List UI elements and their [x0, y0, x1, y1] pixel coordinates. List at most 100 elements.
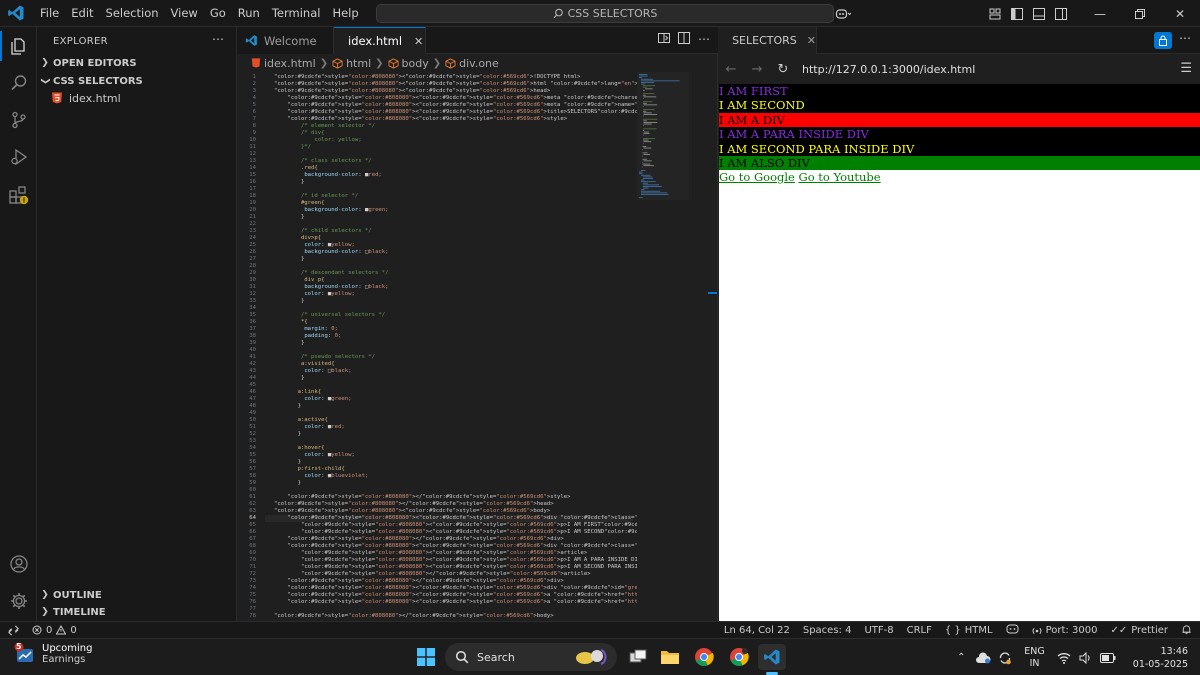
browser-menu-icon[interactable]: ☰: [1180, 61, 1192, 76]
code-line[interactable]: 3 "color:#9cdcfe">style="color:#808080"><…: [237, 88, 637, 95]
breadcrumb-file[interactable]: idex.html: [264, 57, 316, 70]
more-actions-icon[interactable]: ⋯: [698, 32, 710, 47]
code-line[interactable]: 38 padding: 0;: [237, 333, 637, 340]
code-line[interactable]: 73 "color:#9cdcfe">style="color:#808080"…: [237, 578, 637, 585]
menu-view[interactable]: View: [165, 3, 204, 23]
live-server-port[interactable]: Port: 3000: [1032, 625, 1097, 636]
code-line[interactable]: 45: [237, 382, 637, 389]
menu-run[interactable]: Run: [232, 3, 266, 23]
code-line[interactable]: 1 "color:#9cdcfe">style="color:#808080"><…: [237, 74, 637, 81]
code-line[interactable]: 20 background-color: ■green;: [237, 207, 637, 214]
url-field[interactable]: http://127.0.0.1:3000/idex.html: [802, 63, 975, 76]
toggle-primary-sidebar-icon[interactable]: [1006, 3, 1028, 25]
command-center-search[interactable]: CSS SELECTORS: [376, 4, 834, 23]
breadcrumb-html[interactable]: html: [346, 57, 371, 70]
tab-idex-html[interactable]: idex.html ✕: [334, 27, 426, 54]
indentation[interactable]: Spaces: 4: [803, 625, 852, 636]
notifications-bell-icon[interactable]: [1181, 624, 1192, 638]
task-view-icon[interactable]: [624, 644, 652, 670]
code-line[interactable]: 52 }: [237, 431, 637, 438]
code-line[interactable]: 42 a:visited{: [237, 361, 637, 368]
copilot-icon[interactable]: [828, 3, 858, 25]
code-editor[interactable]: 1 "color:#9cdcfe">style="color:#808080"><…: [237, 72, 637, 621]
extensions-icon[interactable]: !: [0, 177, 37, 213]
code-line[interactable]: 46 a:link{: [237, 389, 637, 396]
close-tab-icon[interactable]: ✕: [807, 34, 816, 47]
tab-selectors[interactable]: SELECTORS ✕: [718, 27, 817, 54]
code-line[interactable]: 15 background-color: ■red;: [237, 172, 637, 179]
code-line[interactable]: 53: [237, 438, 637, 445]
problems-indicator[interactable]: 0 0: [32, 625, 77, 636]
code-line[interactable]: 11 }*/: [237, 144, 637, 151]
code-line[interactable]: 56 }: [237, 459, 637, 466]
search-icon[interactable]: [0, 65, 37, 101]
remote-indicator-icon[interactable]: [0, 621, 26, 639]
menu-help[interactable]: Help: [326, 3, 364, 23]
code-line[interactable]: 36 *{: [237, 319, 637, 326]
windows-start-icon[interactable]: [416, 647, 436, 667]
code-line[interactable]: 22: [237, 221, 637, 228]
taskbar-search[interactable]: Search: [445, 643, 617, 671]
code-line[interactable]: 29 /* descendant selectors */: [237, 270, 637, 277]
volume-icon[interactable]: [1075, 651, 1097, 664]
cursor-position[interactable]: Ln 64, Col 22: [724, 625, 790, 636]
code-line[interactable]: 70 "color:#9cdcfe">style="color:#808080"…: [237, 557, 637, 564]
file-explorer-icon[interactable]: [656, 644, 684, 670]
code-line[interactable]: 60: [237, 487, 637, 494]
code-line[interactable]: 34: [237, 305, 637, 312]
wifi-icon[interactable]: [1053, 652, 1075, 664]
code-line[interactable]: 77: [237, 606, 637, 613]
code-line[interactable]: 75 "color:#9cdcfe">style="color:#808080"…: [237, 592, 637, 599]
code-line[interactable]: 25 color: ■yellow;: [237, 242, 637, 249]
code-line[interactable]: 8 /* element selector */: [237, 123, 637, 130]
code-line[interactable]: 24 div>p{: [237, 235, 637, 242]
code-line[interactable]: 27 }: [237, 256, 637, 263]
breadcrumb-body[interactable]: body: [402, 57, 429, 70]
breadcrumb-div-one[interactable]: div.one: [459, 57, 499, 70]
link-youtube[interactable]: Go to Youtube: [799, 170, 881, 184]
code-line[interactable]: 71 "color:#9cdcfe">style="color:#808080"…: [237, 564, 637, 571]
code-line[interactable]: 69 "color:#9cdcfe">style="color:#808080"…: [237, 550, 637, 557]
reload-icon[interactable]: ↻: [770, 62, 796, 77]
code-line[interactable]: 7 "color:#9cdcfe">style="color:#808080">…: [237, 116, 637, 123]
code-line[interactable]: 12: [237, 151, 637, 158]
code-line[interactable]: 51 color: ■red;: [237, 424, 637, 431]
menu-file[interactable]: File: [34, 3, 65, 23]
code-line[interactable]: 57 p:first-child{: [237, 466, 637, 473]
close-tab-icon[interactable]: ✕: [414, 35, 423, 48]
outline-section[interactable]: ❯ OUTLINE: [37, 586, 237, 604]
browser-forward-icon[interactable]: →: [744, 62, 770, 77]
code-line[interactable]: 9 /* div{: [237, 130, 637, 137]
copilot-status-icon[interactable]: [1006, 624, 1019, 637]
menu-terminal[interactable]: Terminal: [266, 3, 327, 23]
code-line[interactable]: 44 }: [237, 375, 637, 382]
code-line[interactable]: 54 a:hover{: [237, 445, 637, 452]
more-actions-icon[interactable]: ⋯: [1179, 31, 1191, 45]
code-line[interactable]: 67 "color:#9cdcfe">style="color:#808080"…: [237, 536, 637, 543]
vscode-logo-icon[interactable]: [7, 4, 25, 22]
code-line[interactable]: 78 "color:#9cdcfe">style="color:#808080">…: [237, 613, 637, 620]
more-actions-icon[interactable]: ⋯: [212, 32, 224, 46]
open-preview-icon[interactable]: [658, 32, 670, 47]
code-line[interactable]: 37 margin: 0;: [237, 326, 637, 333]
code-line[interactable]: 18 /* id selector */: [237, 193, 637, 200]
customize-layout-icon[interactable]: [984, 3, 1006, 25]
explorer-icon[interactable]: [0, 28, 37, 64]
vscode-taskbar-icon[interactable]: [758, 644, 786, 670]
code-line[interactable]: 35 /* universal selectors */: [237, 312, 637, 319]
code-line[interactable]: 62 "color:#9cdcfe">style="color:#808080">…: [237, 501, 637, 508]
code-line[interactable]: 55 color: ■yellow;: [237, 452, 637, 459]
code-line[interactable]: 47 color: ■green;: [237, 396, 637, 403]
menu-go[interactable]: Go: [204, 3, 232, 23]
code-line[interactable]: 39 }: [237, 340, 637, 347]
code-line[interactable]: 48 }: [237, 403, 637, 410]
code-line[interactable]: 14 .red{: [237, 165, 637, 172]
code-line[interactable]: 66 "color:#9cdcfe">style="color:#808080"…: [237, 529, 637, 536]
cloud-weather-icon[interactable]: [972, 651, 994, 664]
source-control-icon[interactable]: [0, 102, 37, 138]
code-line[interactable]: 33 }: [237, 298, 637, 305]
code-line[interactable]: 26 background-color: □black;: [237, 249, 637, 256]
code-line[interactable]: 5 "color:#9cdcfe">style="color:#808080">…: [237, 102, 637, 109]
lock-group-icon[interactable]: [1154, 32, 1172, 49]
minimap-viewport[interactable]: [637, 72, 689, 200]
